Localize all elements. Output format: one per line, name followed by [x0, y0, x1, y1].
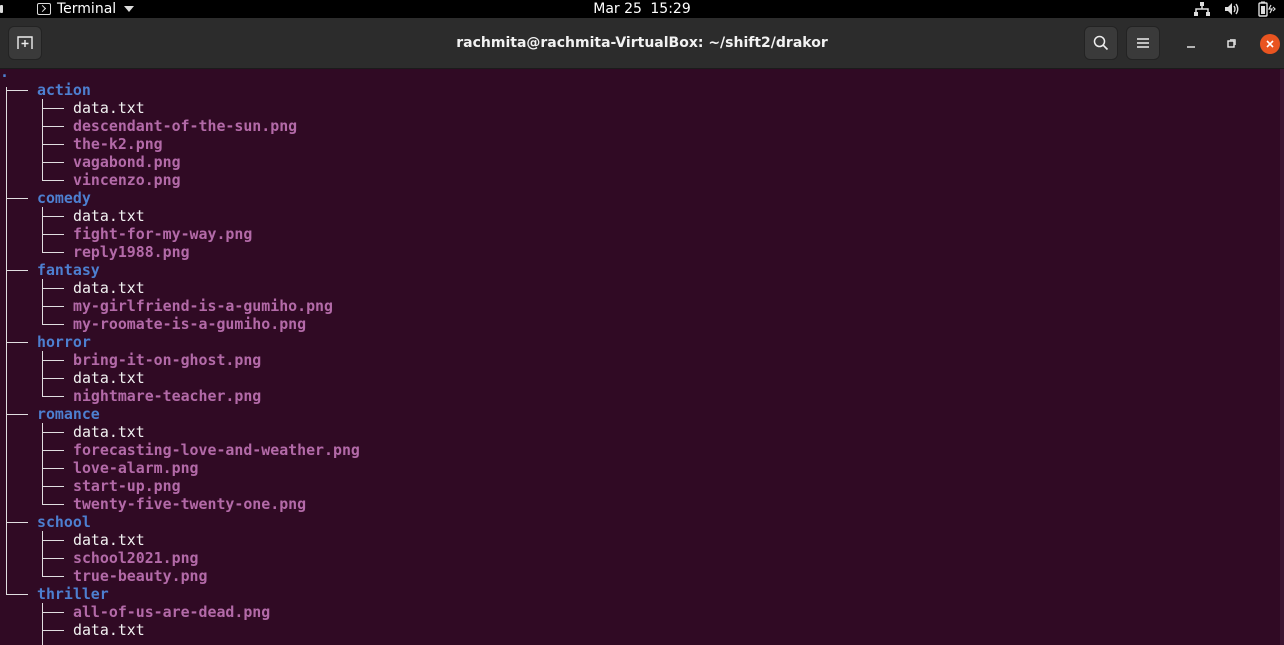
tree-branch: [42, 108, 64, 109]
tree-file: data.txt: [73, 621, 145, 639]
tree-branch: [42, 558, 64, 559]
tree-trunk: [42, 207, 43, 253]
tree-branch: [6, 594, 28, 595]
tree-branch: [6, 414, 28, 415]
tree-file: forecasting-love-and-weather.png: [73, 441, 360, 459]
top-bar: Terminal Mar 25 15:29: [0, 0, 1284, 18]
tree-file: twenty-five-twenty-one.png: [73, 495, 307, 513]
maximize-icon: [1227, 39, 1236, 48]
tree-branch: [42, 252, 64, 253]
tree-branch: [6, 270, 28, 271]
tree-file: bring-it-on-ghost.png: [73, 351, 262, 369]
tree-branch: [42, 162, 64, 163]
maximize-button[interactable]: [1222, 35, 1240, 53]
tree-branch: [42, 378, 64, 379]
tree-branch: [42, 576, 64, 577]
tree-branch: [6, 522, 28, 523]
tree-branch: [42, 630, 64, 631]
tree-branch: [42, 612, 64, 613]
tree-branch: [42, 288, 64, 289]
tree-trunk: [42, 531, 43, 577]
tree-file: fight-for-my-way.png: [73, 225, 253, 243]
close-button[interactable]: [1260, 34, 1280, 54]
tree-branch: [42, 126, 64, 127]
tree-trunk: [42, 99, 43, 181]
tree-trunk: [6, 87, 7, 595]
tree-branch: [42, 180, 64, 181]
tree-directory: action: [37, 81, 91, 99]
tree-file: all-of-us-are-dead.png: [73, 603, 271, 621]
minimize-icon: [1187, 46, 1195, 48]
terminal-output[interactable]: . action data.txt descendant-of-the-sun.png…: [0, 63, 1284, 645]
tree-branch: [42, 450, 64, 451]
tree-file: data.txt: [73, 423, 145, 441]
tree-branch: [42, 234, 64, 235]
clock-time: 15:29: [650, 1, 691, 17]
tree-file: data.txt: [73, 531, 145, 549]
tree-branch: [42, 360, 64, 361]
tree-trunk: [42, 423, 43, 505]
tree-directory: fantasy: [37, 261, 100, 279]
tree-branch: [42, 306, 64, 307]
tree-trunk: [42, 351, 43, 397]
volume-icon: [1225, 3, 1239, 15]
clock-date: Mar 25: [593, 1, 642, 17]
tree-file: reply1988.png: [73, 243, 190, 261]
tree-directory: comedy: [37, 189, 91, 207]
tree-branch: [42, 144, 64, 145]
tree-branch: [42, 432, 64, 433]
clock[interactable]: Mar 25 15:29: [0, 0, 1284, 18]
tree-branch: [42, 468, 64, 469]
tree-file: vagabond.png: [73, 153, 181, 171]
system-tray[interactable]: [1194, 0, 1276, 18]
tree-file: my-girlfriend-is-a-gumiho.png: [73, 297, 333, 315]
tree-directory: horror: [37, 333, 91, 351]
battery-icon: [1258, 1, 1276, 17]
menu-button[interactable]: [1126, 26, 1160, 60]
tree-file: descendant-of-the-sun.png: [73, 117, 298, 135]
network-icon: [1194, 2, 1210, 16]
search-icon: [1093, 35, 1109, 51]
tree-file: data.txt: [73, 279, 145, 297]
tree-root: .: [0, 63, 9, 81]
tree-trunk: [42, 603, 43, 645]
close-icon: [1266, 40, 1274, 48]
tree-branch: [42, 540, 64, 541]
tree-trunk: [42, 279, 43, 325]
tree-file: my-roomate-is-a-gumiho.png: [73, 315, 307, 333]
tree-file: school2021.png: [73, 549, 199, 567]
window-headerbar: rachmita@rachmita-VirtualBox: ~/shift2/d…: [0, 18, 1284, 69]
tree-directory: school: [37, 513, 91, 531]
tree-file: data.txt: [73, 99, 145, 117]
tree-file: the-k2.png: [73, 135, 163, 153]
tree-directory: thriller: [37, 585, 109, 603]
tree-branch: [6, 90, 28, 91]
tree-file: nightmare-teacher.png: [73, 387, 262, 405]
tree-branch: [6, 198, 28, 199]
tree-file: data.txt: [73, 207, 145, 225]
tree-branch: [42, 486, 64, 487]
tree-branch: [42, 216, 64, 217]
tree-file: data.txt: [73, 369, 145, 387]
tree-file: true-beauty.png: [73, 567, 208, 585]
tree-file: love-alarm.png: [73, 459, 199, 477]
terminal-scrollbar[interactable]: [1280, 69, 1284, 645]
tree-branch: [42, 396, 64, 397]
menu-icon: [1137, 38, 1149, 48]
tree-branch: [6, 342, 28, 343]
tree-branch: [42, 324, 64, 325]
tree-directory: romance: [37, 405, 100, 423]
tree-branch: [42, 504, 64, 505]
tree-file: vincenzo.png: [73, 171, 181, 189]
minimize-button[interactable]: [1182, 35, 1200, 53]
tree-file: start-up.png: [73, 477, 181, 495]
search-button[interactable]: [1084, 26, 1118, 60]
